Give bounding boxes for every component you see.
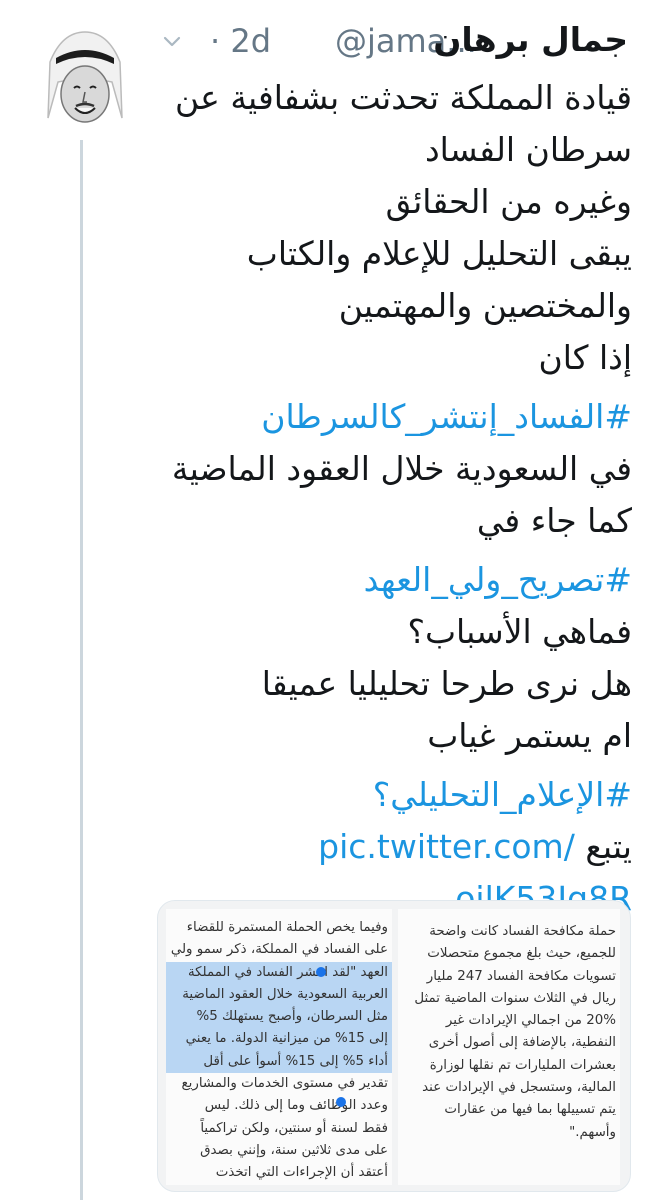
pic-link-part1[interactable]: pic.twitter.com/ xyxy=(318,821,575,873)
media-text-line: وعدد الوظائف وما إلى ذلك. ليس xyxy=(204,1098,388,1114)
media-text-line: وأسهم." xyxy=(569,1124,616,1140)
media-text-line: العربية السعودية خلال العقود الماضية xyxy=(166,983,392,1007)
media-text-line: ريال في الثلاث سنوات الماضية تمثل xyxy=(414,990,616,1006)
tweet-line: كما جاء في xyxy=(476,501,632,540)
media-text-line: وفيما يخص الحملة المستمرة للقضاء xyxy=(186,920,388,935)
tweet-header: · 2d @jama... جمال برهان xyxy=(150,20,640,68)
media-text-line: إلى 15% من ميزانية الدولة. ما يعني xyxy=(166,1028,392,1051)
media-image-left[interactable]: وفيما يخص الحملة المستمرة للقضاء على الف… xyxy=(166,909,392,1185)
avatar[interactable] xyxy=(42,22,128,134)
thread-connector-line xyxy=(80,140,83,1200)
tweet-line: سرطان الفساد xyxy=(424,130,632,169)
author-name[interactable]: جمال برهان xyxy=(433,20,628,59)
tweet-line: هل نرى طرحا تحليليا عميقا xyxy=(261,664,632,703)
media-text-line: على الفساد في المملكة، ذكر سمو ولي xyxy=(170,942,388,958)
tweet-line: في السعودية خلال العقود الماضية xyxy=(171,449,632,488)
media-text-line: المالية، وستسجل في الإيرادات عند xyxy=(422,1080,616,1096)
media-text-line: للجميع، حيث بلغ مجموع متحصلات xyxy=(427,946,616,962)
media-text-line: العهد "لقد انتشر الفساد في المملكة xyxy=(166,961,392,984)
selection-handle-start[interactable] xyxy=(316,967,326,977)
attached-media[interactable]: وفيما يخص الحملة المستمرة للقضاء على الف… xyxy=(157,900,631,1192)
media-text-line: يتم تسييلها بما فيها من عقارات xyxy=(444,1102,616,1118)
tweet-line: قيادة المملكة تحدثت بشفافية عن xyxy=(175,78,632,117)
tweet-text: قيادة المملكة تحدثت بشفافية عن سرطان الف… xyxy=(150,72,632,925)
media-text-line: تقدير في مستوى الخدمات والمشاريع xyxy=(181,1076,388,1092)
tweet-line: فماهي الأسباب؟ xyxy=(407,612,632,651)
media-text-line: مثل السرطان، وأصبح يستهلك 5% xyxy=(166,1006,392,1029)
media-text-line: النفطية، بالإضافة إلى أصول أخرى xyxy=(428,1035,616,1051)
media-text-line: أداء 5% إلى 15% أسوأ على أقل xyxy=(166,1050,392,1074)
tweet-line: إذا كان xyxy=(538,338,632,377)
media-image-right[interactable]: حملة مكافحة الفساد كانت واضحة للجميع، حي… xyxy=(398,909,620,1185)
media-text-line: على مدى ثلاثين سنة، وإنني بصدق xyxy=(200,1142,388,1158)
continued-label: يتبع xyxy=(585,827,632,866)
tweet-line: ام يستمر غياب xyxy=(427,716,632,755)
selection-handle-end[interactable] xyxy=(336,1097,346,1107)
tweet-line: وغيره من الحقائق xyxy=(385,182,632,221)
chevron-down-icon[interactable] xyxy=(162,32,182,52)
tweet-line-continued: يتبع pic.twitter.com/ xyxy=(150,821,632,873)
media-text-line: فقط لسنة أو سنتين، ولكن تراكمياً xyxy=(200,1120,388,1136)
media-text-line: أعتقد أن الإجراءات التي اتخذت xyxy=(215,1165,388,1181)
tweet-line: يبقى التحليل للإعلام والكتاب xyxy=(246,234,632,273)
tweet-timestamp[interactable]: · 2d xyxy=(210,22,271,60)
media-text-line: تسويات مكافحة الفساد 247 مليار xyxy=(426,968,616,984)
profile-photo-icon xyxy=(42,22,128,134)
media-text-line: 20% من اجمالي الإيرادات غير xyxy=(445,1013,616,1029)
hashtag-link[interactable]: #الإعلام_التحليلي؟ xyxy=(150,769,632,821)
media-text-line: حملة مكافحة الفساد كانت واضحة xyxy=(429,924,616,939)
tweet-line: والمختصين والمهتمين xyxy=(338,286,632,325)
hashtag-link[interactable]: #تصريح_ولي_العهد xyxy=(150,554,632,606)
media-text-line: بعشرات المليارات تم نقلها لوزارة xyxy=(429,1057,616,1073)
hashtag-link[interactable]: #الفساد_إنتشر_كالسرطان xyxy=(150,391,632,443)
